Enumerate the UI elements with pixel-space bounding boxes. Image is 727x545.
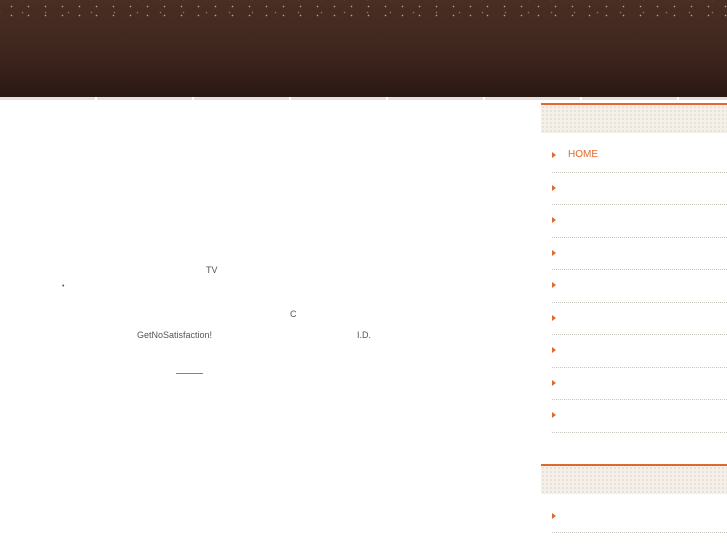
sidebar-item[interactable] xyxy=(552,205,727,238)
sidebar-item[interactable] xyxy=(552,238,727,270)
text-getnosatisfaction: GetNoSatisfaction! xyxy=(137,330,213,340)
sidebar-item[interactable] xyxy=(552,303,727,335)
arrow-right-icon xyxy=(552,412,556,418)
sidebar: HOME xyxy=(541,103,727,533)
arrow-right-icon xyxy=(552,379,556,386)
sidebar-item[interactable] xyxy=(552,335,727,368)
sidebar-heading-1 xyxy=(541,103,727,133)
sidebar-item-home[interactable]: HOME xyxy=(552,140,727,173)
arrow-right-icon xyxy=(552,184,556,191)
arrow-right-icon xyxy=(552,249,556,256)
arrow-right-icon xyxy=(552,282,556,288)
main-content: TV • C GetNoSatisfaction! I.D. xyxy=(0,100,540,545)
text-id: I.D. xyxy=(357,330,372,340)
arrow-right-icon xyxy=(552,512,556,519)
sidebar-item[interactable] xyxy=(552,368,727,400)
sidebar-heading-2 xyxy=(541,463,727,494)
text-bullet: • xyxy=(62,283,65,290)
sidebar-item[interactable] xyxy=(552,173,727,205)
arrow-right-icon xyxy=(552,152,556,158)
text-tv: TV xyxy=(206,265,218,275)
text-c: C xyxy=(290,309,297,319)
sidebar-item-label: HOME xyxy=(568,149,598,160)
text-link[interactable] xyxy=(176,373,203,374)
arrow-right-icon xyxy=(552,314,556,321)
arrow-right-icon xyxy=(552,217,556,223)
sidebar-menu-2 xyxy=(552,501,727,533)
sidebar-item[interactable] xyxy=(552,270,727,303)
site-header xyxy=(0,0,727,97)
sidebar-item[interactable] xyxy=(552,501,727,533)
sidebar-item[interactable] xyxy=(552,400,727,433)
sidebar-menu: HOME xyxy=(552,140,727,433)
arrow-right-icon xyxy=(552,347,556,353)
